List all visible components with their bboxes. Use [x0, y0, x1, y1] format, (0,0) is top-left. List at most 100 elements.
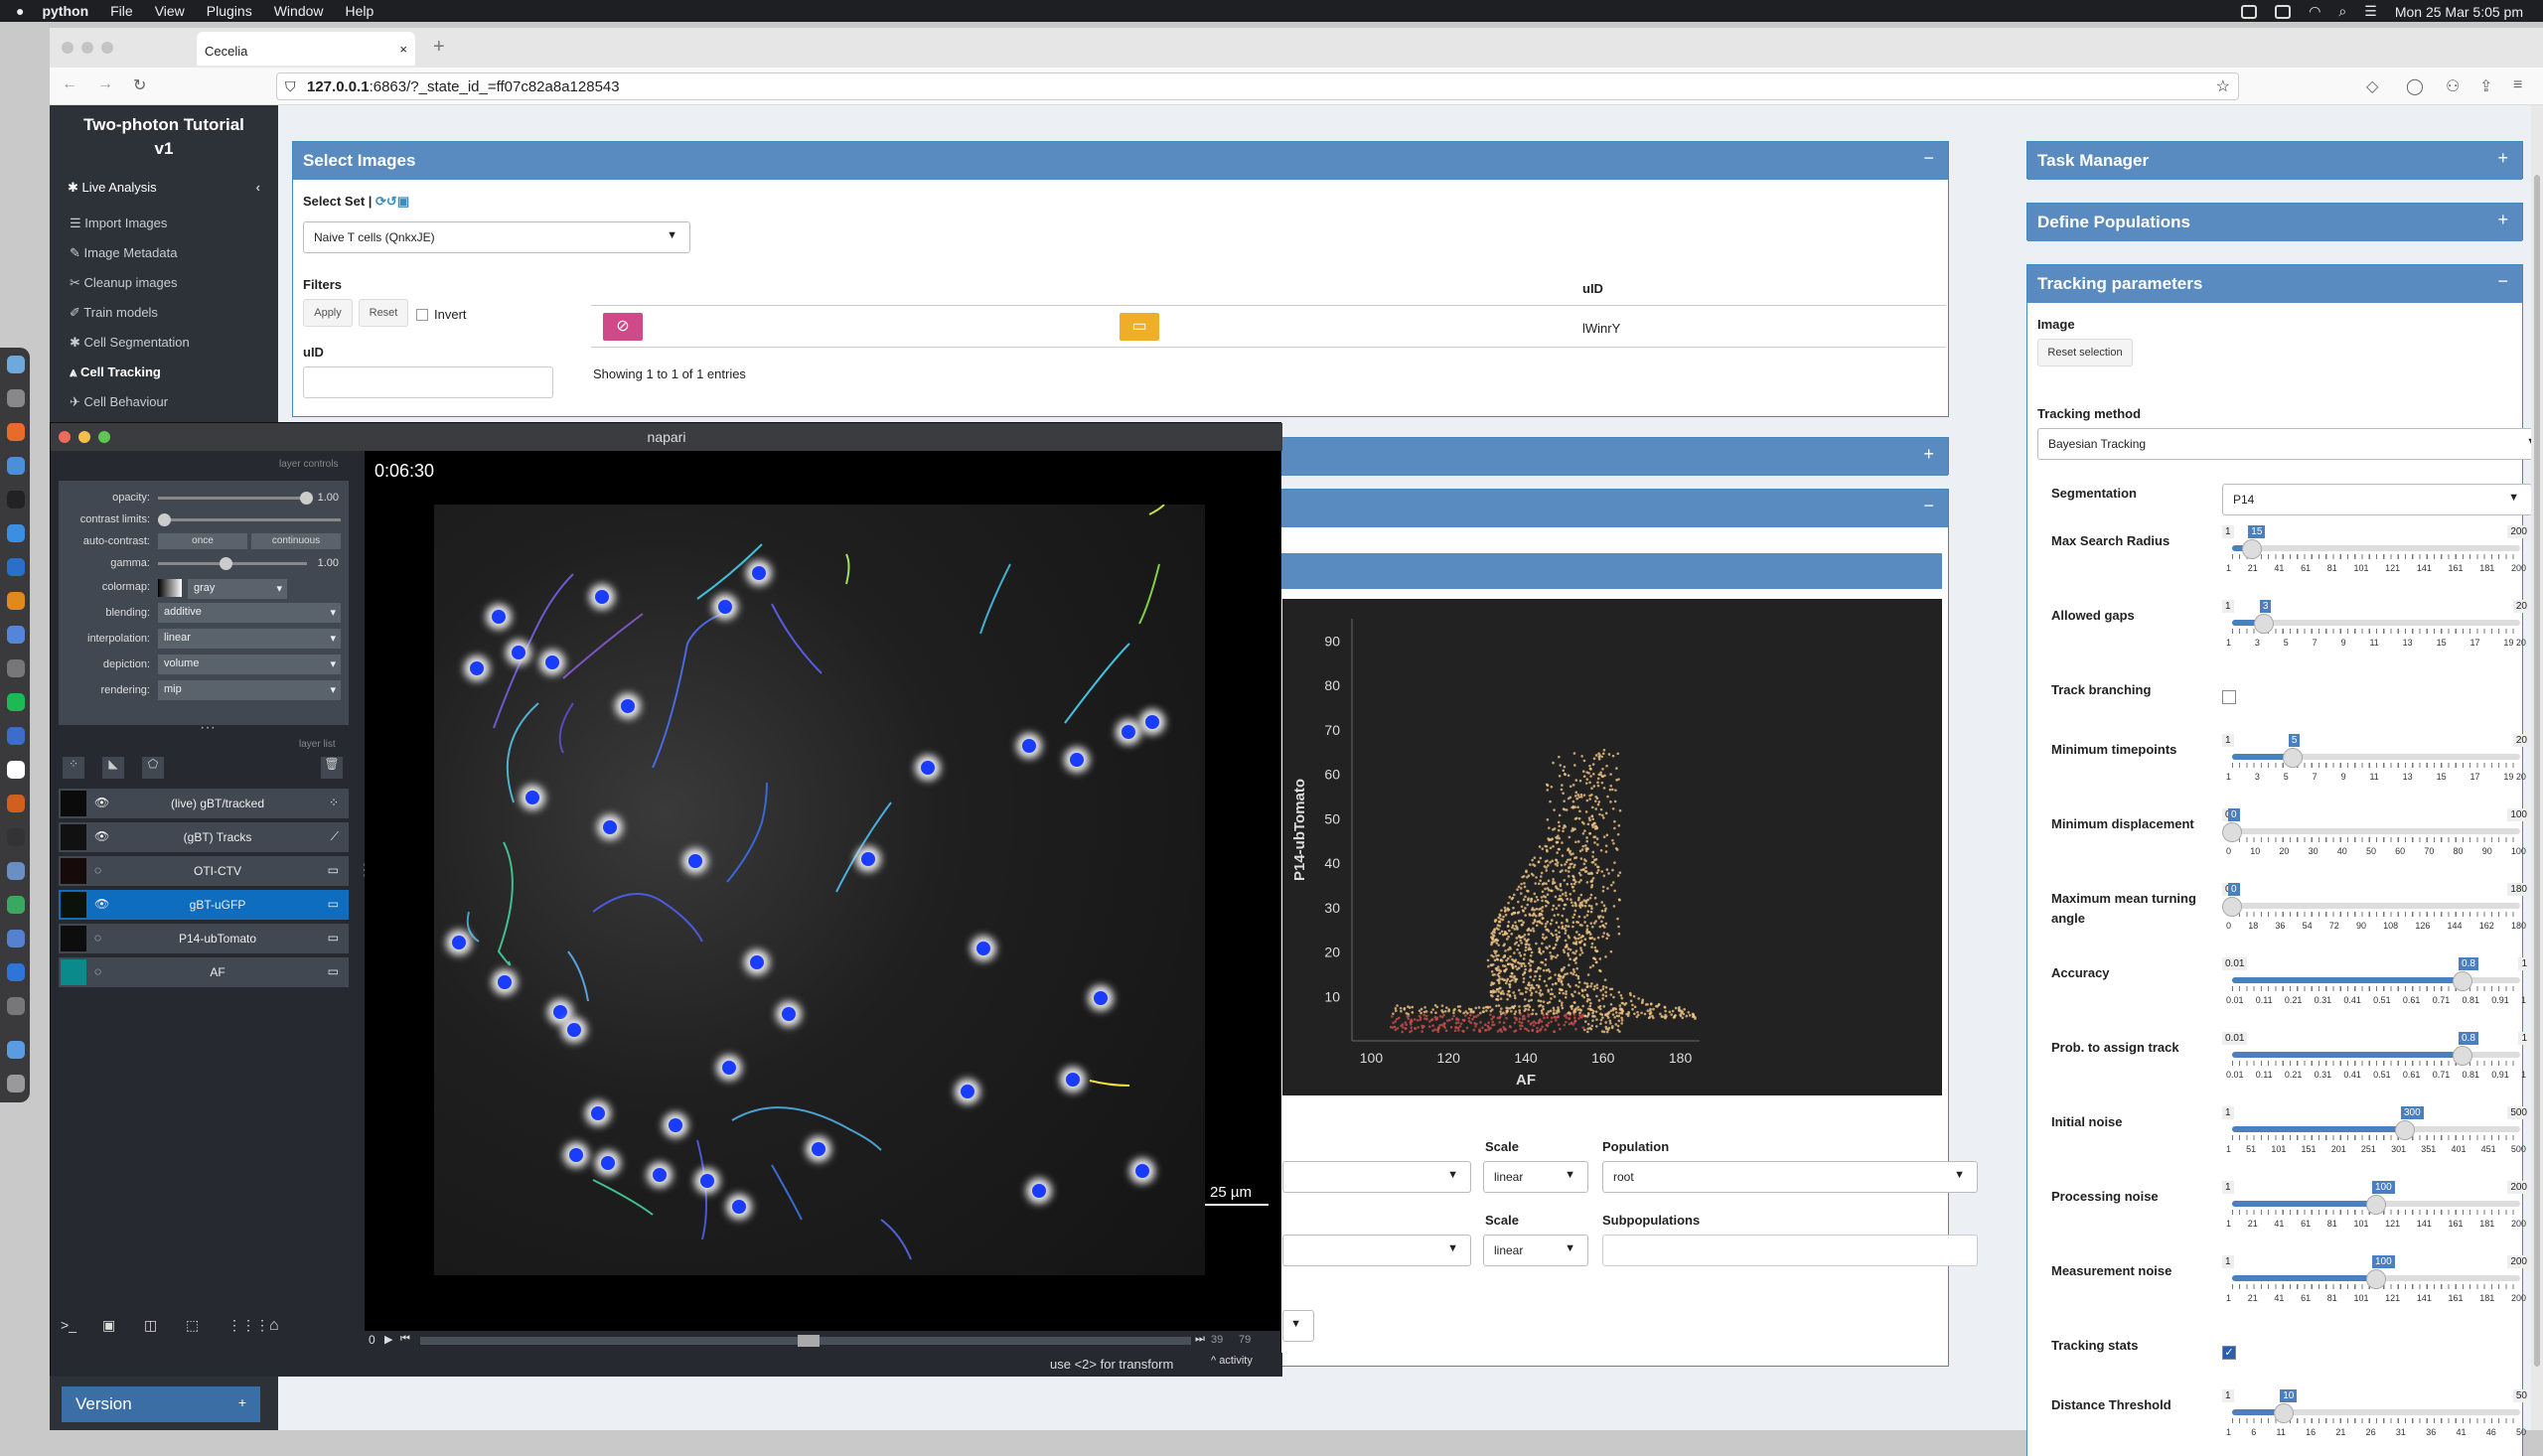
image-icon[interactable]: ▭	[1120, 313, 1159, 341]
once-button[interactable]: once	[158, 533, 247, 549]
param-slider[interactable]: 1 21 41 61 81 101 121 141 161 181 200 1 200 15	[2222, 525, 2530, 575]
app-icon[interactable]	[7, 524, 25, 542]
expand-icon[interactable]: +	[2497, 210, 2508, 230]
colormap-dropdown[interactable]: gray ▾	[188, 579, 287, 599]
new-points-layer-icon[interactable]: ⁘	[63, 757, 84, 779]
wifi-icon[interactable]: ◠	[2309, 3, 2320, 20]
expand-icon[interactable]: +	[1923, 444, 1934, 465]
task-manager-header[interactable]: Task Manager +	[2027, 142, 2522, 180]
continuous-button[interactable]: continuous	[251, 533, 341, 549]
param-slider[interactable]: 1 3 5 7 9 11 13 15 17 19 20 1 20 5	[2222, 734, 2530, 784]
select-row-icon[interactable]: ⊘	[603, 313, 643, 341]
param-slider[interactable]: 1 51 101 151 201 251 301 351 401 451 500 1 500 300	[2222, 1106, 2530, 1156]
close-window-button[interactable]	[59, 431, 71, 443]
app-icon[interactable]	[7, 862, 25, 880]
roll-dims-icon[interactable]: ◫	[144, 1317, 168, 1339]
expand-icon[interactable]: +	[238, 1394, 246, 1410]
spotify-icon[interactable]	[7, 693, 25, 711]
collapse-icon[interactable]: ‹	[256, 173, 260, 203]
visibility-icon[interactable]: ◌	[94, 931, 101, 945]
layer-row[interactable]: 👁 (live) gBT/tracked ⁘	[59, 789, 349, 818]
minimize-window-button[interactable]	[78, 431, 90, 443]
status-icon[interactable]	[2241, 4, 2258, 19]
step-back-icon[interactable]: ⏮	[400, 1333, 410, 1346]
param-slider[interactable]: 0183654729010812614416218001800	[2222, 883, 2530, 933]
gamma-slider[interactable]	[158, 557, 307, 570]
define-populations-header[interactable]: Define Populations +	[2027, 204, 2522, 241]
app-icon[interactable]	[7, 795, 25, 812]
apple-icon[interactable]: ●	[16, 3, 24, 19]
app-icon[interactable]	[7, 930, 25, 947]
folder-icon[interactable]	[7, 1041, 25, 1059]
home-icon[interactable]: ⌂	[269, 1317, 293, 1339]
layer-row[interactable]: ◌ P14-ubTomato ▭	[59, 924, 349, 953]
visibility-icon[interactable]: ◌	[94, 863, 101, 877]
reset-button[interactable]: Reset	[359, 299, 408, 327]
sidebar-item-cell-behaviour[interactable]: ✈ Cell Behaviour	[50, 387, 278, 417]
new-shapes-layer-icon[interactable]: ◣	[102, 757, 124, 779]
param-slider[interactable]: 0.01 0.11 0.21 0.31 0.41 0.51 0.61 0.71 0.81 0.91…	[2222, 1032, 2530, 1082]
interpolation-dropdown[interactable]: linear ▾	[158, 629, 341, 649]
slider-handle[interactable]	[2282, 748, 2303, 768]
param-slider[interactable]: 0.01 0.11 0.21 0.31 0.41 0.51 0.61 0.71 0.81 0.91…	[2222, 957, 2530, 1007]
uid-filter-input[interactable]	[303, 366, 553, 398]
collapse-icon[interactable]: −	[2497, 271, 2508, 292]
menu-file[interactable]: File	[110, 3, 133, 19]
new-labels-layer-icon[interactable]: ⬠	[142, 757, 164, 779]
layer-row[interactable]: 👁 gBT-uGFP ▭	[59, 890, 349, 920]
refresh-icon[interactable]: ⟳↺	[375, 194, 397, 209]
menu-view[interactable]: View	[155, 3, 185, 19]
firefox-icon[interactable]	[7, 423, 25, 441]
bookmark-star-icon[interactable]: ☆	[2216, 76, 2230, 96]
minimize-window-button[interactable]	[81, 42, 93, 54]
grid-icon[interactable]: ⋮⋮⋮	[227, 1317, 269, 1339]
menu-window[interactable]: Window	[274, 3, 324, 19]
trash-icon[interactable]	[7, 1075, 25, 1092]
slider-handle[interactable]	[2253, 614, 2274, 634]
menu-plugins[interactable]: Plugins	[207, 3, 252, 19]
slider-handle[interactable]	[2453, 971, 2472, 991]
shield-icon[interactable]: ⛉	[285, 78, 296, 95]
scatter-plot[interactable]: 100 120 140 160 180 10 20 30 40 50 60 70 80 90 AF P14-u…	[1282, 599, 1942, 1095]
sidebar-section-live-analysis[interactable]: ✱ Live Analysis ‹	[50, 173, 278, 203]
slider-handle[interactable]	[2453, 1046, 2472, 1066]
console-icon[interactable]: >_	[61, 1317, 84, 1339]
layer-row[interactable]: 👁 (gBT) Tracks ⟋	[59, 822, 349, 852]
select-images-header[interactable]: Select Images −	[293, 142, 1948, 180]
transpose-icon[interactable]: ⬚	[186, 1317, 210, 1339]
y-channel-dropdown[interactable]: ▼	[1282, 1235, 1471, 1266]
app-icon[interactable]	[7, 626, 25, 644]
delete-layer-icon[interactable]: 🗑	[321, 757, 343, 779]
subpopulations-input[interactable]	[1602, 1235, 1978, 1266]
version-box[interactable]: Version +	[62, 1386, 260, 1422]
account-icon[interactable]: ◯	[2406, 76, 2424, 96]
reload-icon[interactable]: ↻	[133, 75, 146, 95]
extra-dropdown[interactable]: ▼	[1282, 1310, 1314, 1342]
rendering-dropdown[interactable]: mip ▾	[158, 680, 341, 700]
visibility-icon[interactable]: ◌	[94, 964, 101, 978]
illustrator-icon[interactable]	[7, 592, 25, 610]
step-forward-icon[interactable]: ⏭	[1195, 1333, 1205, 1346]
browser-tab[interactable]: Cecelia ×	[197, 32, 415, 66]
share-icon[interactable]: ⇪	[2479, 76, 2492, 96]
visibility-icon[interactable]: 👁	[94, 796, 109, 809]
zoom-window-button[interactable]	[101, 42, 113, 54]
param-slider[interactable]: 1 21 41 61 81 101 121 141 161 181 200 1 200 100	[2222, 1181, 2530, 1231]
finder-icon[interactable]	[7, 356, 25, 373]
expand-icon[interactable]: +	[2497, 148, 2508, 169]
param-slider[interactable]: 1 21 41 61 81 101 121 141 161 181 200 1 200 100	[2222, 1255, 2530, 1305]
tracking-method-dropdown[interactable]: Bayesian Tracking▼	[2037, 428, 2543, 460]
url-bar[interactable]: ⛉ 127.0.0.1:6863/?_state_id_=ff07c82a8a1…	[276, 73, 2239, 100]
new-tab-icon[interactable]: +	[433, 36, 445, 59]
sidebar-item-cleanup-images[interactable]: ✂ Cleanup images	[50, 268, 278, 298]
back-icon[interactable]: ←	[62, 75, 77, 93]
preview-icon[interactable]	[7, 558, 25, 576]
zoom-window-button[interactable]	[98, 431, 110, 443]
status-icon[interactable]	[2275, 4, 2292, 19]
save-icon[interactable]: ▣	[397, 194, 409, 209]
safari-icon[interactable]	[7, 963, 25, 981]
param-checkbox[interactable]: ✓	[2222, 1346, 2236, 1360]
sidebar-item-cell-segmentation[interactable]: ✱ Cell Segmentation	[50, 328, 278, 358]
table-row-uid[interactable]: lWinrY	[1582, 321, 1620, 336]
time-slider[interactable]	[420, 1335, 1191, 1347]
